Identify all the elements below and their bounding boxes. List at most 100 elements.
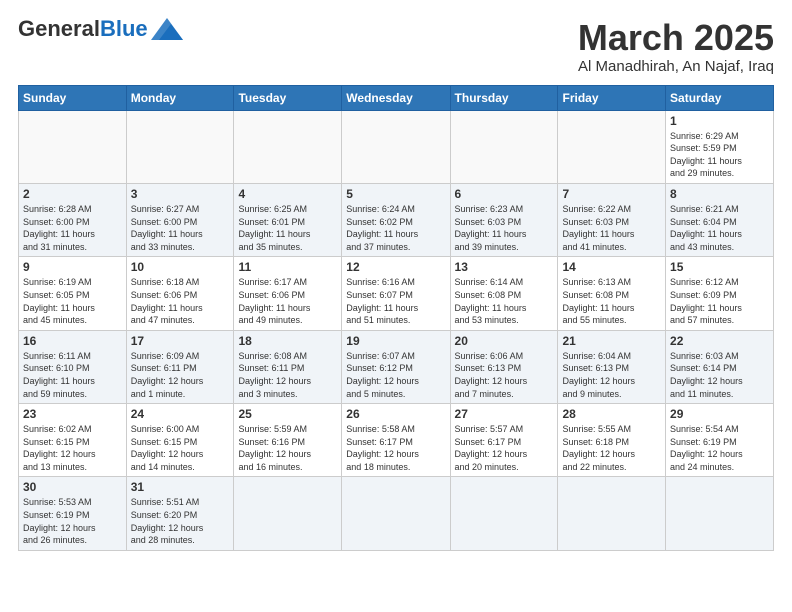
month-title: March 2025 [578, 18, 774, 58]
day-info: Sunrise: 6:19 AM Sunset: 6:05 PM Dayligh… [23, 276, 122, 326]
logo-icon [151, 18, 183, 40]
calendar-cell: 7Sunrise: 6:22 AM Sunset: 6:03 PM Daylig… [558, 183, 666, 256]
day-number: 27 [455, 407, 554, 421]
day-number: 9 [23, 260, 122, 274]
day-number: 14 [562, 260, 661, 274]
calendar-cell: 1Sunrise: 6:29 AM Sunset: 5:59 PM Daylig… [666, 110, 774, 183]
day-number: 10 [131, 260, 230, 274]
calendar-cell [450, 477, 558, 550]
calendar-cell: 21 Sunrise: 6:04 AM Sunset: 6:13 PM Dayli… [558, 330, 666, 403]
day-info: Sunrise: 5:55 AM Sunset: 6:18 PM Dayligh… [562, 423, 661, 473]
day-number: 16 [23, 334, 122, 348]
day-number: 12 [346, 260, 445, 274]
day-number: 8 [670, 187, 769, 201]
day-info: Sunrise: 6:23 AM Sunset: 6:03 PM Dayligh… [455, 203, 554, 253]
logo: General Blue [18, 18, 183, 40]
calendar-cell: 8 Sunrise: 6:21 AM Sunset: 6:04 PM Daylig… [666, 183, 774, 256]
weekday-header-wednesday: Wednesday [342, 85, 450, 110]
day-number: 6 [455, 187, 554, 201]
calendar-cell [19, 110, 127, 183]
day-info: Sunrise: 5:51 AM Sunset: 6:20 PM Dayligh… [131, 496, 230, 546]
calendar-cell: 20 Sunrise: 6:06 AM Sunset: 6:13 PM Dayli… [450, 330, 558, 403]
day-number: 18 [238, 334, 337, 348]
logo-blue-text: Blue [100, 18, 148, 40]
day-number: 23 [23, 407, 122, 421]
day-info: Sunrise: 6:25 AM Sunset: 6:01 PM Dayligh… [238, 203, 337, 253]
calendar-cell: 30Sunrise: 5:53 AM Sunset: 6:19 PM Dayli… [19, 477, 127, 550]
day-number: 30 [23, 480, 122, 494]
weekday-header-thursday: Thursday [450, 85, 558, 110]
day-info: Sunrise: 6:02 AM Sunset: 6:15 PM Dayligh… [23, 423, 122, 473]
calendar-week-row: 23 Sunrise: 6:02 AM Sunset: 6:15 PM Dayli… [19, 404, 774, 477]
weekday-header-friday: Friday [558, 85, 666, 110]
day-info: Sunrise: 6:14 AM Sunset: 6:08 PM Dayligh… [455, 276, 554, 326]
calendar-cell: 18 Sunrise: 6:08 AM Sunset: 6:11 PM Dayli… [234, 330, 342, 403]
calendar-cell: 12 Sunrise: 6:16 AM Sunset: 6:07 PM Dayli… [342, 257, 450, 330]
header: General Blue March 2025 Al Manadhirah, A… [18, 18, 774, 75]
calendar-cell [234, 477, 342, 550]
day-info: Sunrise: 5:54 AM Sunset: 6:19 PM Dayligh… [670, 423, 769, 473]
day-number: 21 [562, 334, 661, 348]
calendar-week-row: 16 Sunrise: 6:11 AM Sunset: 6:10 PM Dayli… [19, 330, 774, 403]
calendar-cell: 11Sunrise: 6:17 AM Sunset: 6:06 PM Dayli… [234, 257, 342, 330]
day-info: Sunrise: 6:09 AM Sunset: 6:11 PM Dayligh… [131, 350, 230, 400]
calendar-week-row: 30Sunrise: 5:53 AM Sunset: 6:19 PM Dayli… [19, 477, 774, 550]
calendar-cell: 27 Sunrise: 5:57 AM Sunset: 6:17 PM Dayli… [450, 404, 558, 477]
calendar-cell: 15Sunrise: 6:12 AM Sunset: 6:09 PM Dayli… [666, 257, 774, 330]
day-number: 13 [455, 260, 554, 274]
calendar-cell: 22 Sunrise: 6:03 AM Sunset: 6:14 PM Dayli… [666, 330, 774, 403]
day-number: 28 [562, 407, 661, 421]
day-info: Sunrise: 6:06 AM Sunset: 6:13 PM Dayligh… [455, 350, 554, 400]
calendar-cell [558, 477, 666, 550]
calendar-cell: 2Sunrise: 6:28 AM Sunset: 6:00 PM Daylig… [19, 183, 127, 256]
weekday-header-saturday: Saturday [666, 85, 774, 110]
day-number: 5 [346, 187, 445, 201]
calendar-week-row: 1Sunrise: 6:29 AM Sunset: 5:59 PM Daylig… [19, 110, 774, 183]
weekday-header-tuesday: Tuesday [234, 85, 342, 110]
weekday-header-row: SundayMondayTuesdayWednesdayThursdayFrid… [19, 85, 774, 110]
calendar-cell: 4Sunrise: 6:25 AM Sunset: 6:01 PM Daylig… [234, 183, 342, 256]
calendar-cell [126, 110, 234, 183]
calendar-cell: 29Sunrise: 5:54 AM Sunset: 6:19 PM Dayli… [666, 404, 774, 477]
calendar-cell [342, 110, 450, 183]
day-number: 24 [131, 407, 230, 421]
calendar: SundayMondayTuesdayWednesdayThursdayFrid… [18, 85, 774, 551]
day-number: 20 [455, 334, 554, 348]
day-number: 22 [670, 334, 769, 348]
day-info: Sunrise: 6:11 AM Sunset: 6:10 PM Dayligh… [23, 350, 122, 400]
calendar-cell: 5 Sunrise: 6:24 AM Sunset: 6:02 PM Daylig… [342, 183, 450, 256]
calendar-cell: 10 Sunrise: 6:18 AM Sunset: 6:06 PM Dayli… [126, 257, 234, 330]
day-info: Sunrise: 6:13 AM Sunset: 6:08 PM Dayligh… [562, 276, 661, 326]
calendar-cell: 23 Sunrise: 6:02 AM Sunset: 6:15 PM Dayli… [19, 404, 127, 477]
day-info: Sunrise: 6:07 AM Sunset: 6:12 PM Dayligh… [346, 350, 445, 400]
day-info: Sunrise: 6:24 AM Sunset: 6:02 PM Dayligh… [346, 203, 445, 253]
location-title: Al Manadhirah, An Najaf, Iraq [578, 58, 774, 75]
day-number: 19 [346, 334, 445, 348]
calendar-cell: 24Sunrise: 6:00 AM Sunset: 6:15 PM Dayli… [126, 404, 234, 477]
calendar-week-row: 9 Sunrise: 6:19 AM Sunset: 6:05 PM Daylig… [19, 257, 774, 330]
day-number: 11 [238, 260, 337, 274]
day-info: Sunrise: 6:08 AM Sunset: 6:11 PM Dayligh… [238, 350, 337, 400]
calendar-cell: 9 Sunrise: 6:19 AM Sunset: 6:05 PM Daylig… [19, 257, 127, 330]
calendar-cell: 26Sunrise: 5:58 AM Sunset: 6:17 PM Dayli… [342, 404, 450, 477]
day-number: 7 [562, 187, 661, 201]
day-info: Sunrise: 6:16 AM Sunset: 6:07 PM Dayligh… [346, 276, 445, 326]
day-number: 1 [670, 114, 769, 128]
calendar-cell [666, 477, 774, 550]
day-info: Sunrise: 6:04 AM Sunset: 6:13 PM Dayligh… [562, 350, 661, 400]
day-info: Sunrise: 6:21 AM Sunset: 6:04 PM Dayligh… [670, 203, 769, 253]
day-info: Sunrise: 6:03 AM Sunset: 6:14 PM Dayligh… [670, 350, 769, 400]
title-area: March 2025 Al Manadhirah, An Najaf, Iraq [578, 18, 774, 75]
day-info: Sunrise: 5:57 AM Sunset: 6:17 PM Dayligh… [455, 423, 554, 473]
day-info: Sunrise: 6:18 AM Sunset: 6:06 PM Dayligh… [131, 276, 230, 326]
day-number: 25 [238, 407, 337, 421]
calendar-cell: 14 Sunrise: 6:13 AM Sunset: 6:08 PM Dayli… [558, 257, 666, 330]
day-info: Sunrise: 6:12 AM Sunset: 6:09 PM Dayligh… [670, 276, 769, 326]
calendar-cell [234, 110, 342, 183]
day-number: 31 [131, 480, 230, 494]
day-number: 2 [23, 187, 122, 201]
calendar-week-row: 2Sunrise: 6:28 AM Sunset: 6:00 PM Daylig… [19, 183, 774, 256]
calendar-cell: 16 Sunrise: 6:11 AM Sunset: 6:10 PM Dayli… [19, 330, 127, 403]
day-number: 26 [346, 407, 445, 421]
calendar-cell: 6 Sunrise: 6:23 AM Sunset: 6:03 PM Daylig… [450, 183, 558, 256]
